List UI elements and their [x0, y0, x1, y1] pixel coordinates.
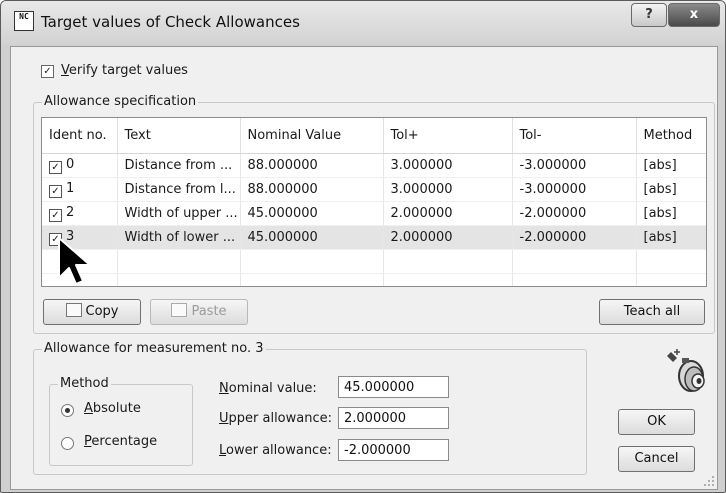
- verify-label: Verify target values: [61, 63, 188, 78]
- dialog-client-area: ✓ Verify target values Allowance specifi…: [10, 46, 718, 490]
- ident-value: 2: [66, 205, 75, 220]
- lower-allowance-label: Lower allowance:: [219, 443, 332, 458]
- column-header-tol-minus[interactable]: Tol-: [512, 118, 637, 154]
- teach-all-button[interactable]: Teach all: [599, 299, 705, 325]
- ident-cell[interactable]: ✓ 2: [42, 201, 118, 226]
- method-cell[interactable]: [abs]: [636, 225, 706, 250]
- nominal-cell[interactable]: 45.000000: [240, 201, 384, 226]
- paste-label: Paste: [191, 304, 227, 319]
- paste-button[interactable]: Paste: [150, 299, 248, 325]
- row-checkbox[interactable]: ✓: [49, 161, 62, 174]
- column-header-tol-plus[interactable]: Tol+: [383, 118, 513, 154]
- window-title: Target values of Check Allowances: [41, 13, 300, 31]
- method-group: Method: [49, 376, 193, 466]
- ok-button[interactable]: OK: [618, 409, 695, 435]
- app-icon-text: NC: [19, 12, 29, 21]
- text-cell[interactable]: Width of lower ...: [117, 225, 241, 250]
- nominal-cell[interactable]: 88.000000: [240, 153, 384, 178]
- copy-icon: [65, 303, 82, 317]
- mouse-pointer-icon: [58, 237, 91, 285]
- lower-allowance-field[interactable]: [338, 439, 449, 461]
- copy-button[interactable]: Copy: [43, 299, 141, 325]
- row-checkbox[interactable]: ✓: [49, 209, 62, 222]
- allowance-specification-title: Allowance specification: [42, 94, 199, 109]
- tol-minus-cell[interactable]: -2.000000: [512, 225, 637, 250]
- tol-plus-cell[interactable]: 3.000000: [383, 177, 513, 202]
- tol-plus-cell[interactable]: 2.000000: [383, 201, 513, 226]
- ident-cell[interactable]: ✓ 0: [42, 153, 118, 178]
- table-row[interactable]: ✓ 0 Distance from ... 88.000000 3.000000 …: [42, 153, 706, 178]
- cancel-button[interactable]: Cancel: [618, 446, 695, 472]
- tol-minus-cell[interactable]: -3.000000: [512, 177, 637, 202]
- copy-label: Copy: [85, 304, 119, 319]
- ident-value: 0: [66, 157, 75, 172]
- empty-row: [42, 273, 706, 286]
- column-header-nominal[interactable]: Nominal Value: [240, 118, 384, 154]
- tol-plus-cell[interactable]: 3.000000: [383, 153, 513, 178]
- tol-minus-cell[interactable]: -3.000000: [512, 153, 637, 178]
- method-cell[interactable]: [abs]: [636, 153, 706, 178]
- upper-allowance-label: Upper allowance:: [219, 411, 333, 426]
- method-cell[interactable]: [abs]: [636, 201, 706, 226]
- percentage-label: Percentage: [84, 434, 158, 449]
- table-row[interactable]: ✓ 1 Distance from l... 88.000000 3.000000…: [42, 177, 706, 202]
- table-header-row: Ident no. Text Nominal Value Tol+ Tol- M…: [42, 118, 706, 154]
- allowance-table: Ident no. Text Nominal Value Tol+ Tol- M…: [41, 117, 707, 287]
- row-checkbox[interactable]: ✓: [49, 185, 62, 198]
- nominal-value-field[interactable]: [338, 376, 449, 398]
- table-row[interactable]: ✓ 2 Width of upper ... 45.000000 2.000000…: [42, 201, 706, 226]
- tol-minus-cell[interactable]: -2.000000: [512, 201, 637, 226]
- absolute-radio[interactable]: [61, 404, 74, 417]
- verify-checkbox[interactable]: ✓: [41, 65, 54, 78]
- column-header-text[interactable]: Text: [117, 118, 241, 154]
- close-button[interactable]: x: [668, 3, 720, 27]
- column-header-ident[interactable]: Ident no.: [42, 118, 118, 154]
- tol-plus-cell[interactable]: 2.000000: [383, 225, 513, 250]
- help-button[interactable]: ?: [631, 3, 667, 27]
- nominal-cell[interactable]: 45.000000: [240, 225, 384, 250]
- method-cell[interactable]: [abs]: [636, 177, 706, 202]
- table-row-selected[interactable]: ✓ 3 Width of lower ... 45.000000 2.000000…: [42, 225, 706, 250]
- ident-value: 1: [66, 181, 75, 196]
- dialog-window: NC Target values of Check Allowances ? x…: [0, 0, 726, 493]
- absolute-label: Absolute: [84, 401, 141, 416]
- nominal-cell[interactable]: 88.000000: [240, 177, 384, 202]
- upper-allowance-field[interactable]: [338, 407, 449, 429]
- text-cell[interactable]: Distance from ...: [117, 153, 241, 178]
- percentage-radio[interactable]: [61, 437, 74, 450]
- paste-icon: [171, 303, 188, 317]
- text-cell[interactable]: Width of upper ...: [117, 201, 241, 226]
- measurement-allowance-title: Allowance for measurement no. 3: [42, 341, 266, 356]
- nominal-value-label: Nominal value:: [219, 381, 317, 396]
- column-header-method[interactable]: Method: [636, 118, 706, 154]
- measurement-icon: [667, 349, 705, 392]
- title-bar[interactable]: NC Target values of Check Allowances ? x: [1, 1, 725, 45]
- text-cell[interactable]: Distance from l...: [117, 177, 241, 202]
- nc-app-icon: NC: [14, 11, 34, 31]
- method-group-title: Method: [58, 376, 111, 391]
- ident-cell[interactable]: ✓ 1: [42, 177, 118, 202]
- resize-grip-icon[interactable]: [703, 475, 715, 487]
- empty-row: [42, 249, 706, 274]
- verify-label-rest: erify target values: [68, 63, 188, 78]
